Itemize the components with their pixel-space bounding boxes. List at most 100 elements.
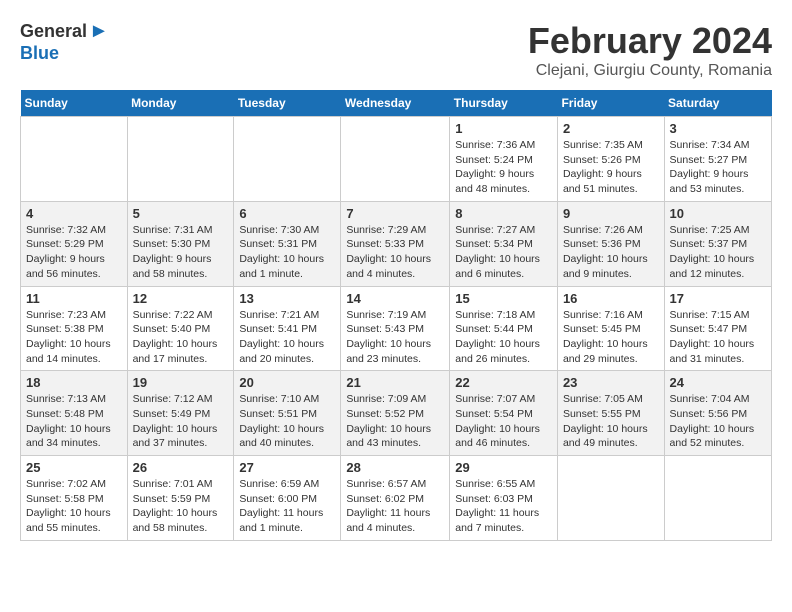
day-number: 5 [133,206,229,221]
calendar-cell: 26 Sunrise: 7:01 AMSunset: 5:59 PMDayligh… [127,456,234,541]
calendar-cell: 25Sunrise: 7:02 AMSunset: 5:58 PMDayligh… [21,456,128,541]
calendar-cell [127,117,234,202]
day-number: 19 [133,375,229,390]
calendar-cell [341,117,450,202]
day-number: 7 [346,206,444,221]
day-info: Sunrise: 7:05 AMSunset: 5:55 PMDaylight:… [563,392,659,451]
calendar-week-row: 18 Sunrise: 7:13 AMSunset: 5:48 PMDayligh… [21,371,772,456]
calendar-cell: 16 Sunrise: 7:16 AMSunset: 5:45 PMDayligh… [557,286,664,371]
day-of-week-header: Sunday [21,90,128,117]
day-of-week-header: Wednesday [341,90,450,117]
calendar-cell: 7 Sunrise: 7:29 AMSunset: 5:33 PMDaylight… [341,201,450,286]
day-number: 14 [346,291,444,306]
calendar-cell: 29Sunrise: 6:55 AMSunset: 6:03 PMDayligh… [450,456,558,541]
calendar-cell: 28 Sunrise: 6:57 AMSunset: 6:02 PMDayligh… [341,456,450,541]
calendar-cell: 24 Sunrise: 7:04 AMSunset: 5:56 PMDayligh… [664,371,771,456]
calendar-cell: 19Sunrise: 7:12 AMSunset: 5:49 PMDayligh… [127,371,234,456]
calendar-header-row: SundayMondayTuesdayWednesdayThursdayFrid… [21,90,772,117]
calendar-cell: 5 Sunrise: 7:31 AMSunset: 5:30 PMDaylight… [127,201,234,286]
day-number: 20 [239,375,335,390]
day-number: 11 [26,291,122,306]
day-info: Sunrise: 7:01 AMSunset: 5:59 PMDaylight:… [133,477,229,536]
calendar-cell [664,456,771,541]
calendar-cell: 8Sunrise: 7:27 AMSunset: 5:34 PMDaylight… [450,201,558,286]
day-number: 6 [239,206,335,221]
calendar-header: February 2024 Clejani, Giurgiu County, R… [20,20,772,80]
day-number: 25 [26,460,122,475]
calendar-cell: 3 Sunrise: 7:34 AMSunset: 5:27 PMDaylight… [664,117,771,202]
calendar-week-row: 11 Sunrise: 7:23 AMSunset: 5:38 PMDayligh… [21,286,772,371]
day-of-week-header: Monday [127,90,234,117]
day-number: 28 [346,460,444,475]
day-info: Sunrise: 7:23 AMSunset: 5:38 PMDaylight:… [26,308,122,367]
calendar-cell: 12 Sunrise: 7:22 AMSunset: 5:40 PMDayligh… [127,286,234,371]
day-info: Sunrise: 7:31 AMSunset: 5:30 PMDaylight:… [133,223,229,282]
day-number: 27 [239,460,335,475]
day-number: 4 [26,206,122,221]
day-number: 23 [563,375,659,390]
day-number: 26 [133,460,229,475]
day-number: 13 [239,291,335,306]
day-number: 15 [455,291,552,306]
day-info: Sunrise: 7:15 AMSunset: 5:47 PMDaylight:… [670,308,766,367]
day-info: Sunrise: 7:04 AMSunset: 5:56 PMDaylight:… [670,392,766,451]
day-number: 22 [455,375,552,390]
calendar-cell: 13 Sunrise: 7:21 AMSunset: 5:41 PMDayligh… [234,286,341,371]
day-info: Sunrise: 7:19 AMSunset: 5:43 PMDaylight:… [346,308,444,367]
day-info: Sunrise: 7:10 AMSunset: 5:51 PMDaylight:… [239,392,335,451]
calendar-cell: 11 Sunrise: 7:23 AMSunset: 5:38 PMDayligh… [21,286,128,371]
calendar-cell: 9Sunrise: 7:26 AMSunset: 5:36 PMDaylight… [557,201,664,286]
day-info: Sunrise: 7:25 AMSunset: 5:37 PMDaylight:… [670,223,766,282]
day-info: Sunrise: 7:22 AMSunset: 5:40 PMDaylight:… [133,308,229,367]
day-number: 16 [563,291,659,306]
calendar-cell: 15 Sunrise: 7:18 AMSunset: 5:44 PMDayligh… [450,286,558,371]
calendar-cell: 17 Sunrise: 7:15 AMSunset: 5:47 PMDayligh… [664,286,771,371]
calendar-cell: 6Sunrise: 7:30 AMSunset: 5:31 PMDaylight… [234,201,341,286]
day-number: 18 [26,375,122,390]
calendar-cell: 1Sunrise: 7:36 AMSunset: 5:24 PMDaylight… [450,117,558,202]
day-of-week-header: Friday [557,90,664,117]
day-info: Sunrise: 7:09 AMSunset: 5:52 PMDaylight:… [346,392,444,451]
day-number: 2 [563,121,659,136]
calendar-week-row: 25Sunrise: 7:02 AMSunset: 5:58 PMDayligh… [21,456,772,541]
day-info: Sunrise: 7:13 AMSunset: 5:48 PMDaylight:… [26,392,122,451]
day-of-week-header: Thursday [450,90,558,117]
day-number: 12 [133,291,229,306]
day-info: Sunrise: 7:18 AMSunset: 5:44 PMDaylight:… [455,308,552,367]
day-info: Sunrise: 6:57 AMSunset: 6:02 PMDaylight:… [346,477,444,536]
logo-blue: Blue [20,43,59,64]
calendar-week-row: 1Sunrise: 7:36 AMSunset: 5:24 PMDaylight… [21,117,772,202]
day-info: Sunrise: 6:59 AMSunset: 6:00 PMDaylight:… [239,477,335,536]
day-number: 10 [670,206,766,221]
calendar-cell [557,456,664,541]
calendar-cell: 10 Sunrise: 7:25 AMSunset: 5:37 PMDayligh… [664,201,771,286]
day-info: Sunrise: 7:34 AMSunset: 5:27 PMDaylight:… [670,138,766,197]
day-number: 3 [670,121,766,136]
day-of-week-header: Saturday [664,90,771,117]
day-info: Sunrise: 7:26 AMSunset: 5:36 PMDaylight:… [563,223,659,282]
calendar-cell: 21 Sunrise: 7:09 AMSunset: 5:52 PMDayligh… [341,371,450,456]
day-number: 17 [670,291,766,306]
calendar-cell: 27 Sunrise: 6:59 AMSunset: 6:00 PMDayligh… [234,456,341,541]
logo-icon: ► [89,20,109,43]
month-year-title: February 2024 [20,20,772,62]
location-subtitle: Clejani, Giurgiu County, Romania [20,62,772,80]
day-info: Sunrise: 7:16 AMSunset: 5:45 PMDaylight:… [563,308,659,367]
day-info: Sunrise: 7:32 AMSunset: 5:29 PMDaylight:… [26,223,122,282]
day-number: 29 [455,460,552,475]
day-number: 24 [670,375,766,390]
day-info: Sunrise: 7:21 AMSunset: 5:41 PMDaylight:… [239,308,335,367]
calendar-cell: 22 Sunrise: 7:07 AMSunset: 5:54 PMDayligh… [450,371,558,456]
logo: General ► Blue [20,20,109,64]
calendar-cell: 4 Sunrise: 7:32 AMSunset: 5:29 PMDaylight… [21,201,128,286]
day-info: Sunrise: 7:07 AMSunset: 5:54 PMDaylight:… [455,392,552,451]
day-number: 21 [346,375,444,390]
day-info: Sunrise: 7:27 AMSunset: 5:34 PMDaylight:… [455,223,552,282]
logo-general: General [20,21,87,42]
calendar-cell: 2 Sunrise: 7:35 AMSunset: 5:26 PMDaylight… [557,117,664,202]
calendar-cell: 23 Sunrise: 7:05 AMSunset: 5:55 PMDayligh… [557,371,664,456]
day-info: Sunrise: 7:29 AMSunset: 5:33 PMDaylight:… [346,223,444,282]
day-number: 1 [455,121,552,136]
day-info: Sunrise: 7:35 AMSunset: 5:26 PMDaylight:… [563,138,659,197]
calendar-week-row: 4 Sunrise: 7:32 AMSunset: 5:29 PMDaylight… [21,201,772,286]
